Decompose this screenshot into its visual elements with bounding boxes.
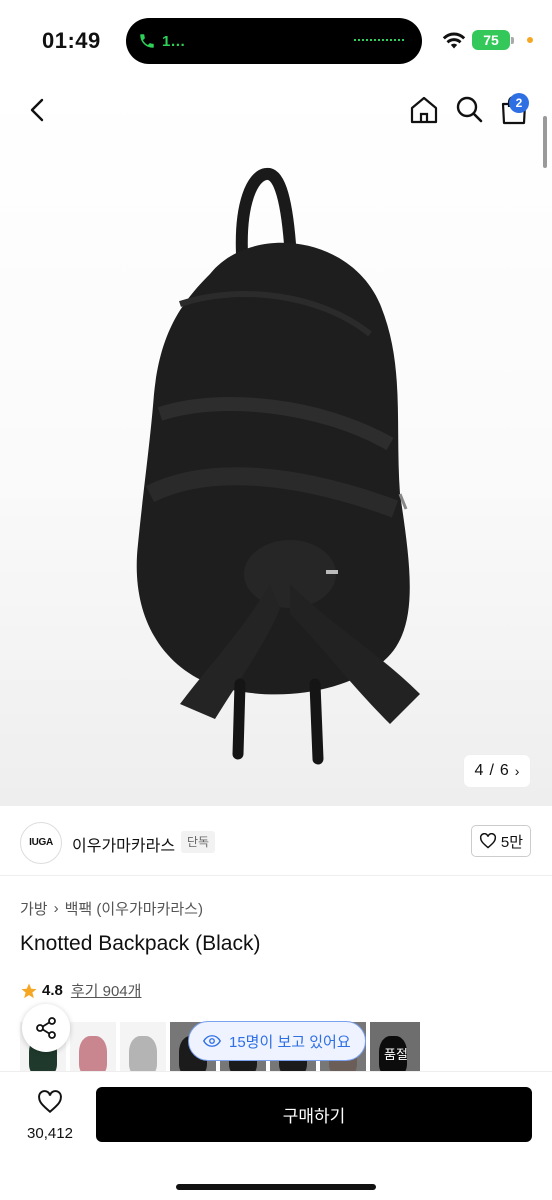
rating-row: 4.8 후기 904개 — [20, 980, 141, 1001]
exclusive-badge: 단독 — [181, 831, 216, 853]
status-bar: 01:49 1… 75 — [0, 0, 552, 80]
search-icon[interactable] — [454, 94, 484, 124]
live-viewers-text: 15명이 보고 있어요 — [229, 1033, 351, 1051]
counter-current: 4 — [474, 762, 484, 779]
dynamic-island[interactable]: 1… — [126, 18, 422, 64]
wishlist-count: 30,412 — [27, 1125, 73, 1142]
home-indicator[interactable] — [176, 1184, 376, 1190]
brand-like-count: 5만 — [500, 833, 524, 851]
breadcrumb-subcategory[interactable]: 백팩 (이우가마카라스) — [65, 898, 203, 919]
battery-indicator: 75 — [472, 30, 510, 50]
eye-icon — [203, 1035, 221, 1047]
chevron-right-icon: › — [53, 900, 59, 917]
back-arrow-icon[interactable] — [24, 96, 52, 124]
product-title: Knotted Backpack (Black) — [20, 932, 261, 955]
chevron-right-icon: › — [514, 763, 520, 779]
wifi-icon — [442, 32, 466, 49]
bottom-purchase-bar: 30,412 구매하기 — [0, 1072, 552, 1200]
phone-icon — [140, 34, 154, 48]
option-thumbnail[interactable] — [120, 1022, 166, 1072]
privacy-indicator — [527, 37, 533, 43]
star-icon — [21, 983, 37, 998]
status-time: 01:49 — [42, 28, 101, 53]
option-thumbnail-soldout[interactable]: 품절 — [370, 1022, 420, 1072]
product-image — [136, 167, 420, 765]
scrollbar[interactable] — [543, 116, 547, 168]
counter-total: 6 — [499, 762, 509, 779]
battery-cap — [511, 37, 514, 44]
gallery-counter[interactable]: 4 / 6 › — [464, 755, 530, 787]
live-viewers-badge: 15명이 보고 있어요 — [188, 1021, 366, 1061]
breadcrumb: 가방 › 백팩 (이우가마카라스) — [20, 898, 203, 919]
buy-button[interactable]: 구매하기 — [96, 1087, 532, 1142]
wishlist-button[interactable]: 30,412 — [22, 1090, 78, 1142]
soldout-label: 품절 — [370, 1022, 420, 1072]
cart-count-badge: 2 — [509, 93, 529, 113]
home-icon[interactable] — [408, 94, 440, 126]
brand-like-button[interactable]: 5만 — [471, 825, 531, 857]
call-indicator: 1… — [138, 27, 202, 55]
product-gallery[interactable]: 2 4 / 6 › — [0, 80, 552, 806]
rating-value: 4.8 — [42, 982, 63, 999]
counter-separator: / — [489, 762, 494, 779]
brand-name[interactable]: 이우가마카라스 — [72, 832, 175, 856]
breadcrumb-category[interactable]: 가방 — [20, 898, 48, 919]
share-button[interactable] — [22, 1004, 70, 1052]
call-label: 1… — [162, 32, 186, 50]
share-icon — [36, 1017, 56, 1039]
brand-logo[interactable]: IUGA — [20, 822, 62, 864]
brand-row: IUGA 이우가마카라스 단독 5만 — [0, 812, 552, 876]
option-thumbnail[interactable] — [70, 1022, 116, 1072]
heart-icon — [479, 833, 496, 849]
heart-icon — [38, 1090, 62, 1114]
reviews-link[interactable]: 후기 904개 — [71, 980, 142, 1001]
call-waveform — [354, 39, 404, 43]
